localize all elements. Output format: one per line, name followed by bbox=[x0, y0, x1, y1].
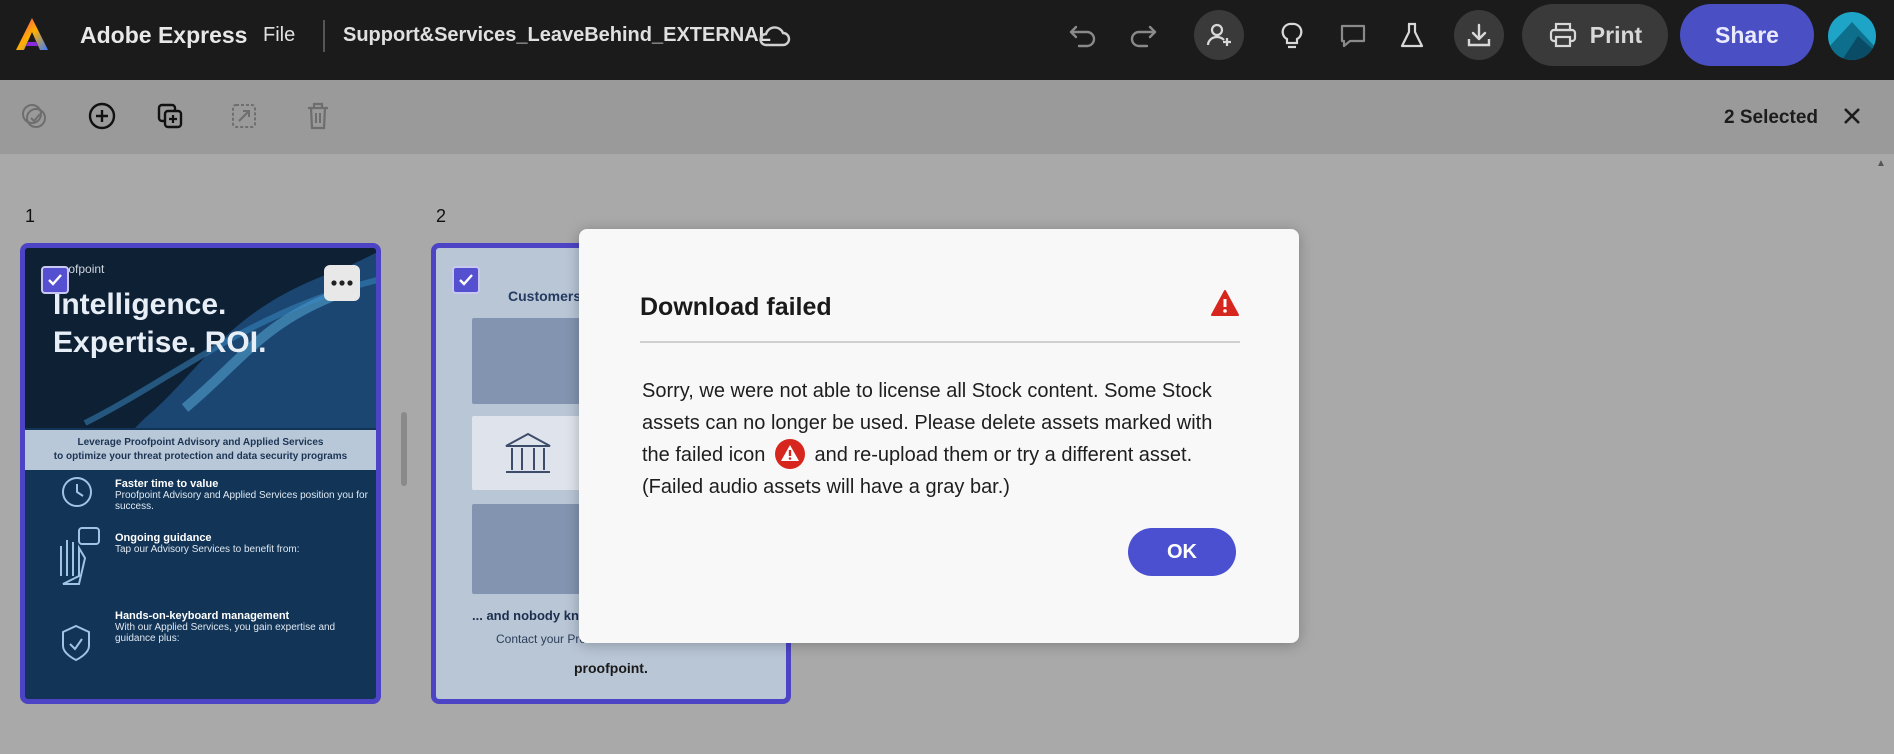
band-line: to optimize your threat protection and d… bbox=[53, 451, 348, 462]
more-options-button[interactable] bbox=[324, 265, 360, 301]
section-text: Proofpoint Advisory and Applied Services… bbox=[115, 490, 368, 512]
bank-icon bbox=[505, 432, 551, 473]
print-button[interactable]: Print bbox=[1522, 4, 1668, 66]
resize-page-icon[interactable] bbox=[224, 96, 264, 136]
comment-icon[interactable] bbox=[1333, 16, 1373, 56]
flask-icon[interactable] bbox=[1392, 16, 1432, 56]
page-checkbox[interactable] bbox=[452, 266, 480, 294]
selected-count: 2 Selected bbox=[1724, 107, 1818, 128]
document-title[interactable]: Support&Services_LeaveBehind_EXTERNAL bbox=[343, 24, 771, 47]
page-toolbar: 2 Selected bbox=[0, 80, 1894, 154]
ok-button[interactable]: OK bbox=[1128, 528, 1236, 576]
page-number: 2 bbox=[436, 206, 447, 226]
page-band: Leverage Proofpoint Advisory and Applied… bbox=[25, 430, 376, 470]
select-all-icon[interactable] bbox=[14, 96, 54, 136]
file-menu[interactable]: File bbox=[263, 24, 295, 47]
section: Faster time to value Proofpoint Advisory… bbox=[115, 478, 376, 512]
redo-icon[interactable] bbox=[1123, 16, 1163, 56]
warning-icon bbox=[1211, 290, 1239, 316]
section: Ongoing guidance Tap our Advisory Servic… bbox=[115, 532, 300, 555]
section-heading: Faster time to value bbox=[115, 478, 219, 490]
page-brand: proofpoint. bbox=[574, 660, 648, 676]
print-icon bbox=[1549, 22, 1576, 48]
section-text: Tap our Advisory Services to benefit fro… bbox=[115, 544, 300, 555]
section-heading: Ongoing guidance bbox=[115, 532, 212, 544]
duplicate-page-icon[interactable] bbox=[150, 96, 190, 136]
undo-icon[interactable] bbox=[1063, 16, 1103, 56]
print-label: Print bbox=[1589, 21, 1643, 48]
delete-page-icon[interactable] bbox=[298, 96, 338, 136]
section-illustrations-icon bbox=[60, 477, 100, 662]
cloud-icon[interactable] bbox=[757, 22, 791, 50]
title-line: Intelligence. bbox=[53, 288, 227, 321]
section-text: With our Applied Services, you gain expe… bbox=[115, 622, 336, 644]
section-heading: Hands-on-keyboard management bbox=[115, 610, 290, 622]
download-icon[interactable] bbox=[1454, 10, 1504, 60]
scrollbar-thumb[interactable] bbox=[401, 412, 407, 486]
top-bar: Adobe Express File Support&Services_Leav… bbox=[0, 0, 1894, 80]
divider bbox=[323, 20, 325, 52]
page-thumbnail-1[interactable]: proofpoint Intelligence. Expertise. ROI.… bbox=[20, 243, 381, 704]
scroll-up-icon[interactable]: ▲ bbox=[1876, 158, 1886, 169]
dialog-title: Download failed bbox=[640, 293, 832, 321]
failed-asset-icon bbox=[774, 438, 805, 469]
download-failed-dialog: Download failed Sorry, we were not able … bbox=[579, 229, 1299, 643]
close-selection-icon[interactable] bbox=[1836, 100, 1868, 132]
share-button[interactable]: Share bbox=[1680, 4, 1814, 66]
section: Hands-on-keyboard management With our Ap… bbox=[115, 610, 376, 644]
page-checkbox[interactable] bbox=[41, 266, 69, 294]
adobe-express-logo[interactable] bbox=[14, 16, 50, 52]
page-title: Intelligence. Expertise. ROI. bbox=[53, 286, 266, 362]
page-number: 1 bbox=[25, 206, 36, 226]
dialog-divider bbox=[640, 341, 1240, 343]
avatar[interactable] bbox=[1828, 12, 1876, 60]
title-line: Expertise. ROI. bbox=[53, 326, 267, 359]
app-name: Adobe Express bbox=[80, 22, 248, 48]
dialog-message: Sorry, we were not able to license all S… bbox=[642, 375, 1232, 503]
band-line: Leverage Proofpoint Advisory and Applied… bbox=[77, 437, 324, 448]
invite-icon[interactable] bbox=[1194, 10, 1244, 60]
lightbulb-icon[interactable] bbox=[1272, 16, 1312, 56]
add-page-icon[interactable] bbox=[82, 96, 122, 136]
